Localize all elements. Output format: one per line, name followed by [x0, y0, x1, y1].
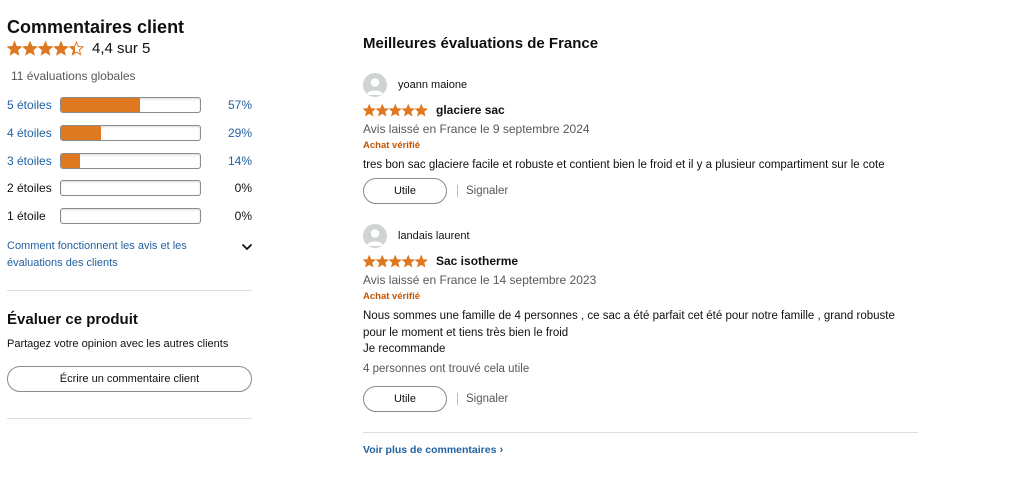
star-icon — [415, 254, 428, 267]
star-icon — [389, 254, 402, 267]
review-body: Nous sommes une famille de 4 personnes ,… — [363, 308, 908, 358]
star-icon — [376, 254, 389, 267]
star-icon — [7, 40, 22, 56]
summary-title: Commentaires client — [7, 17, 185, 37]
review-date: Avis laissé en France le 14 septembre 20… — [363, 273, 597, 287]
how-reviews-work-link[interactable]: Comment fonctionnent les avis et les éva… — [7, 238, 207, 272]
star-icon — [38, 40, 53, 56]
star-icon — [402, 103, 415, 116]
histogram-label: 1 étoile — [7, 209, 46, 223]
user-icon — [366, 78, 384, 95]
review-title[interactable]: Sac isotherme — [436, 254, 518, 268]
verified-purchase-badge: Achat vérifié — [363, 291, 421, 302]
star-icon — [402, 254, 415, 267]
star-icon — [363, 103, 376, 116]
chevron-down-icon[interactable] — [240, 240, 254, 254]
helpful-count: 4 personnes ont trouvé cela utile — [363, 363, 530, 375]
section-divider — [7, 418, 252, 419]
report-link[interactable]: Signaler — [466, 185, 508, 197]
histogram-bar[interactable] — [60, 153, 201, 169]
star-icon — [53, 40, 69, 56]
helpful-button[interactable]: Utile — [363, 386, 447, 412]
star-icon — [22, 40, 38, 56]
action-separator — [457, 393, 458, 405]
histogram-row-4[interactable]: 4 étoiles 29% — [7, 125, 252, 141]
write-review-button[interactable]: Écrire un commentaire client — [7, 366, 252, 392]
histogram-label[interactable]: 5 étoiles — [7, 98, 60, 112]
star-icon — [389, 103, 402, 116]
rating-stars-icon — [363, 103, 428, 116]
histogram-label[interactable]: 4 étoiles — [7, 126, 60, 140]
helpful-button[interactable]: Utile — [363, 178, 447, 204]
star-icon — [363, 254, 376, 267]
user-icon — [366, 229, 384, 246]
average-stars-icon — [7, 40, 84, 56]
evaluate-title: Évaluer ce produit — [7, 311, 138, 328]
rating-stars-icon — [363, 254, 428, 267]
chevron-right-icon: › — [499, 444, 504, 456]
histogram-bar — [60, 180, 201, 196]
histogram-bar[interactable] — [60, 97, 201, 113]
review-title[interactable]: glaciere sac — [436, 103, 505, 117]
histogram-row-3[interactable]: 3 étoiles 14% — [7, 153, 252, 169]
star-icon — [376, 103, 389, 116]
average-rating-text: 4,4 sur 5 — [92, 40, 151, 57]
average-rating-row[interactable]: 4,4 sur 5 — [7, 40, 150, 57]
review-author: landais laurent — [398, 230, 470, 242]
review-actions: Utile Signaler — [363, 178, 508, 204]
review-author-row[interactable]: landais laurent — [363, 224, 470, 248]
review-date: Avis laissé en France le 9 septembre 202… — [363, 122, 590, 136]
review-author: yoann maione — [398, 79, 468, 91]
review-author-row[interactable]: yoann maione — [363, 73, 467, 97]
review-title-row[interactable]: glaciere sac — [363, 103, 505, 117]
section-divider — [363, 432, 918, 433]
verified-purchase-badge: Achat vérifié — [363, 140, 421, 151]
histogram-row-5[interactable]: 5 étoiles 57% — [7, 97, 252, 113]
action-separator — [457, 185, 458, 197]
avatar — [363, 224, 387, 248]
histogram-percent[interactable]: 57% — [201, 98, 252, 112]
histogram-bar[interactable] — [60, 125, 201, 141]
histogram-fill — [61, 154, 81, 168]
histogram-percent: 0% — [234, 181, 252, 195]
section-divider — [7, 290, 252, 291]
report-link[interactable]: Signaler — [466, 393, 508, 405]
histogram-fill — [61, 126, 102, 140]
histogram-percent[interactable]: 14% — [201, 154, 252, 168]
review-body-line: Nous sommes une famille de 4 personnes ,… — [363, 310, 895, 339]
histogram-row-2: 2 étoiles 0% — [7, 180, 252, 196]
top-reviews-title: Meilleures évaluations de France — [363, 35, 599, 52]
histogram-fill — [61, 98, 141, 112]
review-body-line: Je recommande — [363, 343, 446, 355]
histogram-percent: 0% — [234, 209, 252, 223]
evaluate-subtitle: Partagez votre opinion avec les autres c… — [7, 338, 229, 350]
review-body: tres bon sac glaciere facile et robuste … — [363, 159, 885, 171]
histogram-bar — [60, 208, 201, 224]
histogram-percent[interactable]: 29% — [201, 126, 252, 140]
see-more-reviews-link[interactable]: Voir plus de commentaires › — [363, 444, 503, 456]
histogram-row-1: 1 étoile 0% — [7, 208, 252, 224]
star-icon — [415, 103, 428, 116]
global-ratings-count: 11 évaluations globales — [11, 69, 136, 83]
avatar — [363, 73, 387, 97]
see-more-label[interactable]: Voir plus de commentaires — [363, 444, 496, 456]
histogram-label: 2 étoiles — [7, 181, 52, 195]
histogram-label[interactable]: 3 étoiles — [7, 154, 60, 168]
review-title-row[interactable]: Sac isotherme — [363, 254, 518, 268]
review-actions: Utile Signaler — [363, 386, 508, 412]
